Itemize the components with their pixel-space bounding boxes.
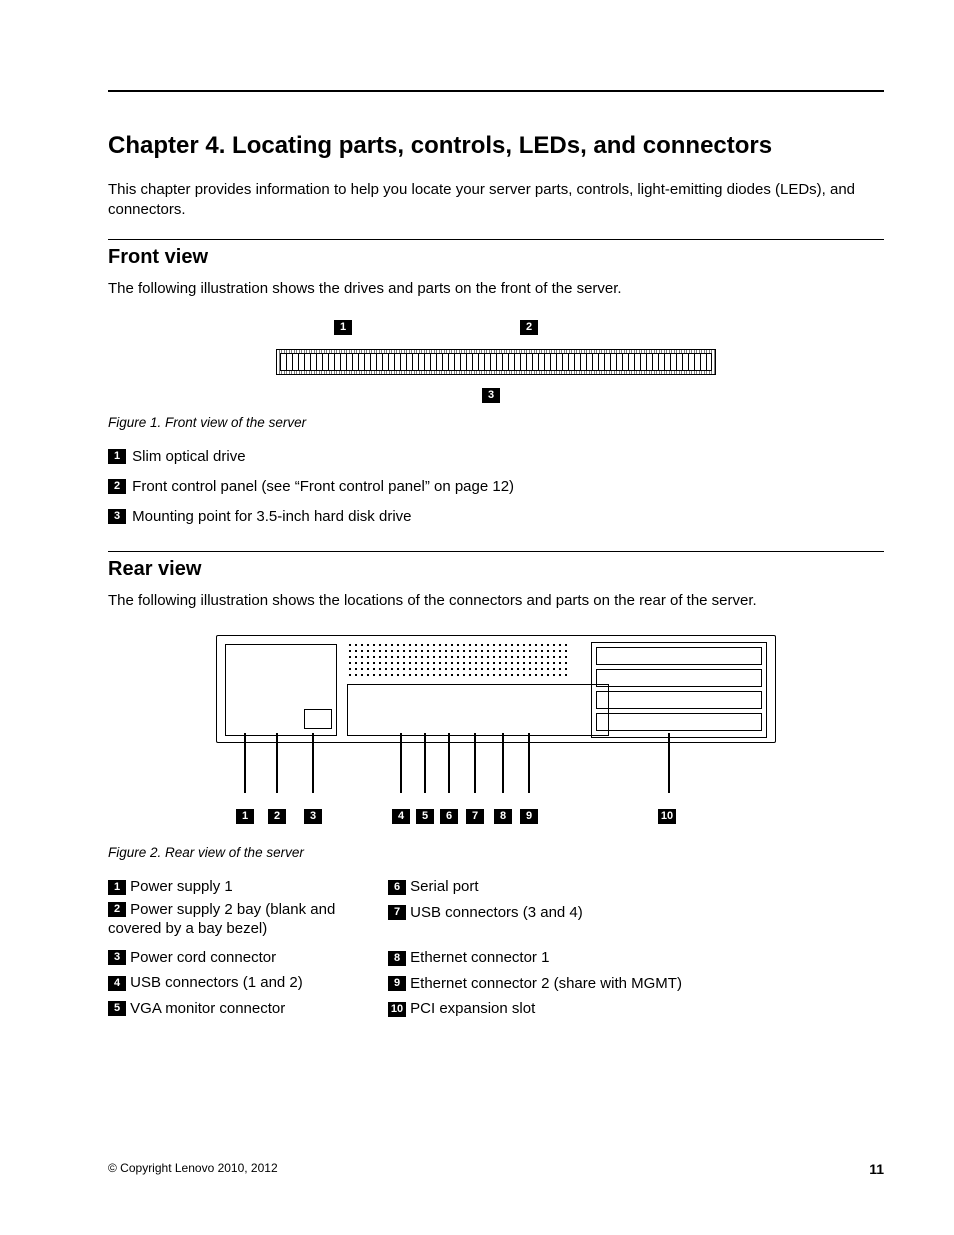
io-plate bbox=[347, 684, 609, 736]
badge-icon: 9 bbox=[388, 976, 406, 991]
front-callout-list: 1 Slim optical drive 2 Front control pan… bbox=[108, 444, 884, 529]
rule-top bbox=[108, 90, 884, 92]
figure-1-front-view: 1 2 3 bbox=[276, 319, 716, 403]
badge-icon: 8 bbox=[388, 951, 406, 966]
badge-icon: 2 bbox=[108, 479, 126, 494]
slot bbox=[596, 691, 762, 709]
pci-slots bbox=[591, 642, 767, 738]
chapter-intro: This chapter provides information to hel… bbox=[108, 180, 884, 221]
copyright-text: © Copyright Lenovo 2010, 2012 bbox=[108, 1161, 278, 1175]
slot bbox=[596, 669, 762, 687]
badge-icon: 1 bbox=[236, 809, 254, 824]
rear-callout-8: 8 Ethernet connector 1 bbox=[388, 945, 688, 971]
rear-callout-6: 6 Serial port bbox=[388, 874, 688, 900]
callout-text: USB connectors (1 and 2) bbox=[130, 974, 303, 991]
figure-1-caption: Figure 1. Front view of the server bbox=[108, 415, 884, 430]
slot bbox=[596, 647, 762, 665]
callout-badge-2-icon: 2 bbox=[520, 320, 538, 335]
rear-col-left: 1 Power supply 1 2 Power supply 2 bay (b… bbox=[108, 874, 348, 1022]
callout-text: Serial port bbox=[410, 878, 478, 895]
leader-lines bbox=[216, 743, 776, 807]
rear-callout-5: 5 VGA monitor connector bbox=[108, 996, 348, 1022]
badge-icon: 2 bbox=[108, 902, 126, 917]
rear-callout-grid: 1 Power supply 1 2 Power supply 2 bay (b… bbox=[108, 874, 884, 1022]
badge-icon: 6 bbox=[388, 880, 406, 895]
rule-frontview bbox=[108, 239, 884, 240]
rear-view-body: The following illustration shows the loc… bbox=[108, 591, 884, 611]
badge-icon: 4 bbox=[392, 809, 410, 824]
front-callout-1: 1 Slim optical drive bbox=[108, 444, 884, 470]
badge-icon: 1 bbox=[108, 449, 126, 464]
rear-callout-4: 4 USB connectors (1 and 2) bbox=[108, 970, 348, 996]
callout-text: Power supply 1 bbox=[130, 878, 233, 895]
callout-text: Mounting point for 3.5-inch hard disk dr… bbox=[132, 508, 411, 525]
front-view-heading: Front view bbox=[108, 246, 884, 269]
callout-text: Front control panel (see “Front control … bbox=[132, 478, 514, 495]
callout-text: Power cord connector bbox=[130, 949, 276, 966]
badge-icon: 4 bbox=[108, 976, 126, 991]
callout-text: VGA monitor connector bbox=[130, 1000, 285, 1017]
callout-badge-3-icon: 3 bbox=[482, 388, 500, 403]
callout-badge-1-icon: 1 bbox=[334, 320, 352, 335]
badge-icon: 3 bbox=[108, 509, 126, 524]
badge-icon: 8 bbox=[494, 809, 512, 824]
front-callout-2: 2 Front control panel (see “Front contro… bbox=[108, 474, 884, 500]
rear-col-right: 6 Serial port 7 USB connectors (3 and 4)… bbox=[388, 874, 688, 1022]
slot bbox=[596, 713, 762, 731]
badge-icon: 9 bbox=[520, 809, 538, 824]
badge-icon: 3 bbox=[108, 950, 126, 965]
callout-text-cont: covered by a bay bezel) bbox=[108, 919, 348, 939]
rear-callout-badges: 1 2 3 4 5 6 7 8 9 10 bbox=[216, 807, 776, 827]
callout-text: Ethernet connector 1 bbox=[410, 949, 549, 966]
badge-icon: 10 bbox=[388, 1002, 406, 1017]
callout-text: Slim optical drive bbox=[132, 448, 245, 465]
rear-callout-9: 9 Ethernet connector 2 (share with MGMT) bbox=[388, 971, 688, 997]
server-rear-illustration bbox=[216, 635, 776, 743]
badge-icon: 5 bbox=[108, 1001, 126, 1016]
rear-view-heading: Rear view bbox=[108, 558, 884, 581]
ventilation-area bbox=[347, 642, 567, 678]
badge-icon: 5 bbox=[416, 809, 434, 824]
rear-callout-2: 2 Power supply 2 bay (blank and covered … bbox=[108, 900, 348, 939]
badge-icon: 6 bbox=[440, 809, 458, 824]
callout-text: Ethernet connector 2 (share with MGMT) bbox=[410, 975, 682, 992]
callout-text: USB connectors (3 and 4) bbox=[410, 904, 583, 921]
page-number: 11 bbox=[869, 1161, 884, 1177]
chapter-title: Chapter 4. Locating parts, controls, LED… bbox=[108, 132, 884, 160]
page: Chapter 4. Locating parts, controls, LED… bbox=[0, 0, 954, 1235]
psu-area bbox=[225, 644, 337, 736]
figure-2-rear-view: 1 2 3 4 5 6 7 8 9 10 bbox=[216, 635, 776, 827]
badge-icon: 10 bbox=[658, 809, 676, 824]
rear-callout-1: 1 Power supply 1 bbox=[108, 874, 348, 900]
rule-rearview bbox=[108, 551, 884, 552]
rear-callout-7: 7 USB connectors (3 and 4) bbox=[388, 900, 688, 926]
front-callout-3: 3 Mounting point for 3.5-inch hard disk … bbox=[108, 503, 884, 529]
rear-callout-10: 10 PCI expansion slot bbox=[388, 996, 688, 1022]
figure-2-caption: Figure 2. Rear view of the server bbox=[108, 845, 884, 860]
callout-text: PCI expansion slot bbox=[410, 1000, 535, 1017]
badge-icon: 2 bbox=[268, 809, 286, 824]
badge-icon: 1 bbox=[108, 880, 126, 895]
badge-icon: 7 bbox=[466, 809, 484, 824]
badge-icon: 3 bbox=[304, 809, 322, 824]
server-front-illustration bbox=[276, 349, 716, 375]
rear-callout-3: 3 Power cord connector bbox=[108, 945, 348, 971]
callout-text: Power supply 2 bay (blank and bbox=[130, 901, 335, 918]
front-view-body: The following illustration shows the dri… bbox=[108, 279, 884, 299]
badge-icon: 7 bbox=[388, 905, 406, 920]
page-footer: © Copyright Lenovo 2010, 2012 11 bbox=[108, 1161, 884, 1177]
